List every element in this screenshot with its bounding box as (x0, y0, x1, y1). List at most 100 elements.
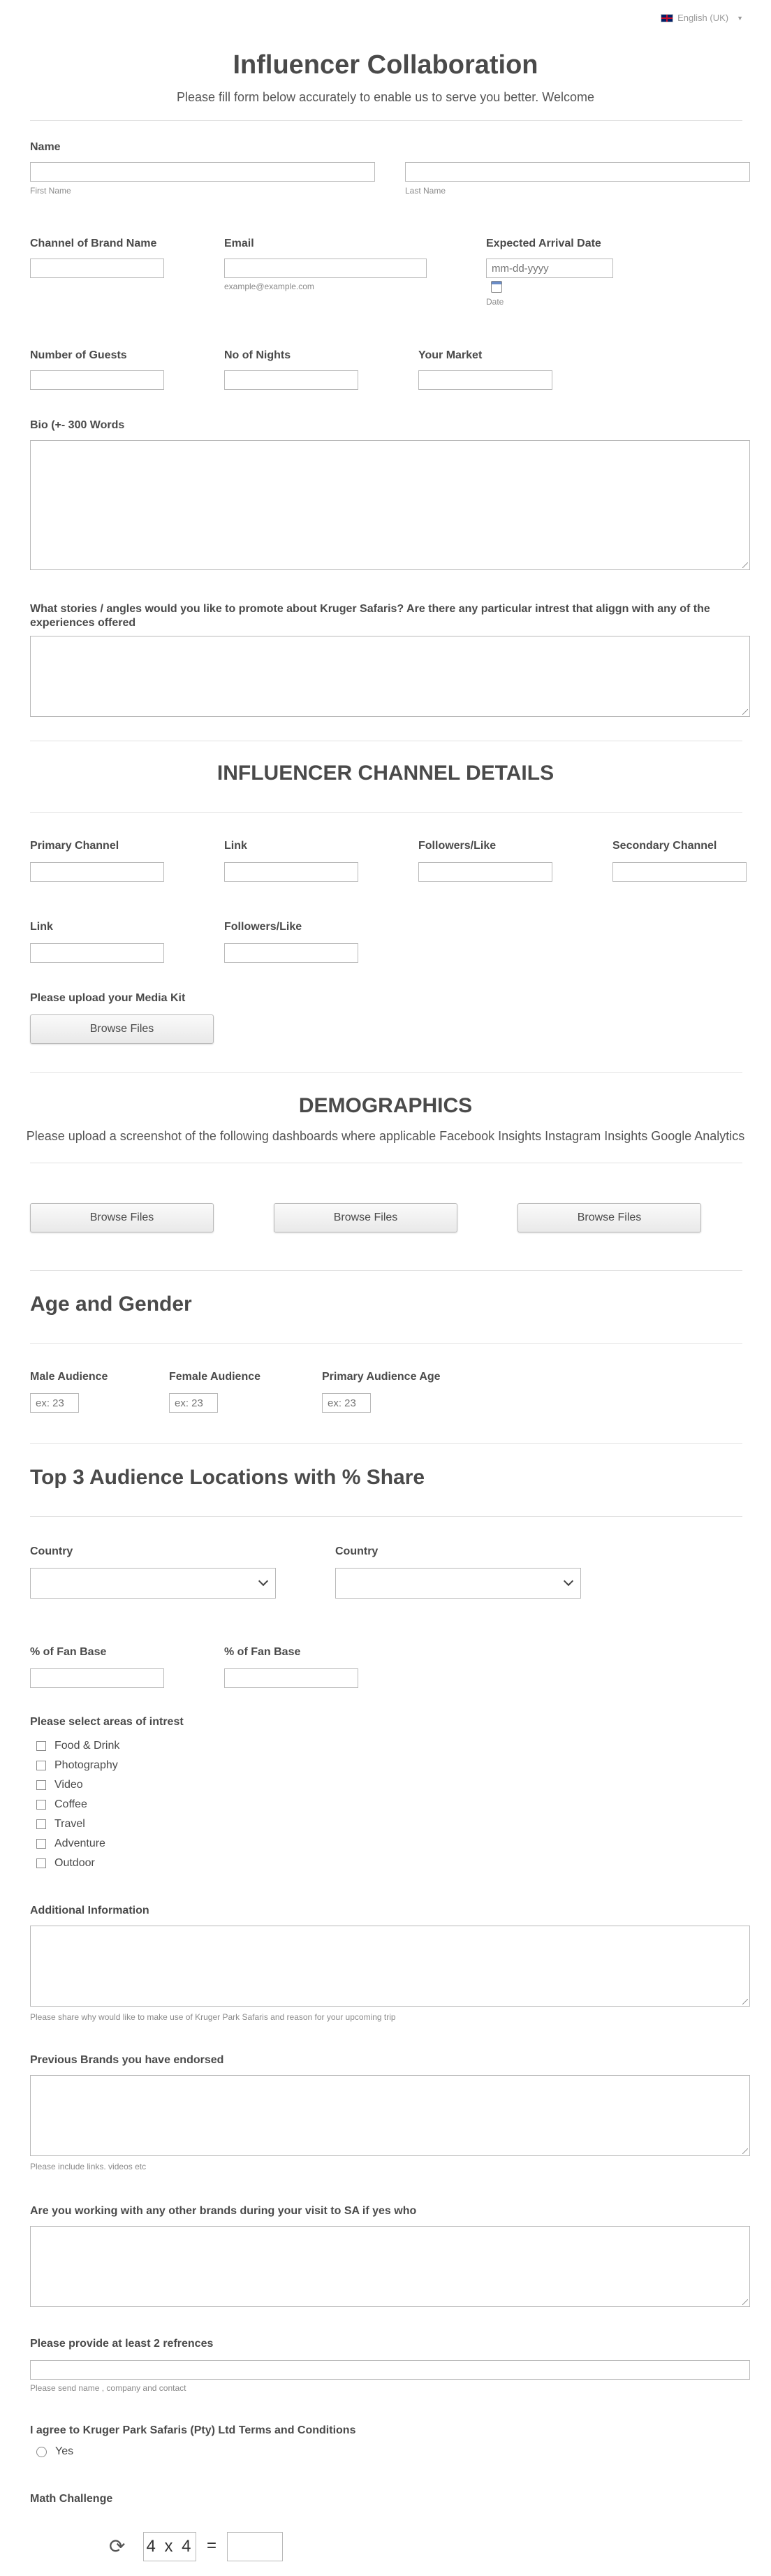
references-sublabel: Please send name , company and contact (30, 2383, 186, 2393)
country1-select[interactable] (30, 1568, 276, 1599)
stories-textarea[interactable] (30, 636, 750, 717)
followers-input[interactable] (418, 862, 552, 882)
arrival-date-input[interactable] (486, 259, 613, 278)
checkbox[interactable] (36, 1800, 46, 1810)
link2-input[interactable] (30, 943, 164, 963)
calendar-icon[interactable] (491, 281, 502, 293)
secondary-channel-input[interactable] (612, 862, 747, 882)
age-gender-title: Age and Gender (30, 1293, 192, 1316)
last-name-sublabel: Last Name (405, 186, 446, 196)
captcha-answer-input[interactable] (227, 2532, 283, 2561)
divider (30, 1072, 742, 1073)
checkbox[interactable] (36, 1839, 46, 1849)
bio-textarea[interactable] (30, 440, 750, 570)
followers2-input[interactable] (224, 943, 358, 963)
followers-label: Followers/Like (418, 840, 497, 852)
facebook-insights-browse-button[interactable]: Browse Files (30, 1203, 214, 1232)
fan-base1-label: % of Fan Base (30, 1646, 107, 1658)
additional-info-textarea[interactable] (30, 1926, 750, 2007)
first-name-sublabel: First Name (30, 186, 71, 196)
language-selector[interactable]: English (UK) ▼ (661, 13, 743, 23)
channel-section-title: INFLUENCER CHANNEL DETAILS (216, 762, 555, 785)
arrival-date-label: Expected Arrival Date (486, 238, 601, 249)
female-audience-input[interactable] (169, 1393, 218, 1413)
bio-label: Bio (+- 300 Words (30, 419, 125, 431)
captcha-question: 4 x 4 (143, 2532, 196, 2561)
interest-option[interactable]: Adventure (36, 1838, 105, 1850)
terms-option-label: Yes (55, 2445, 74, 2457)
terms-label: I agree to Kruger Park Safaris (Pty) Ltd… (30, 2424, 356, 2436)
channel-brand-label: Channel of Brand Name (30, 238, 157, 249)
country2-select[interactable] (335, 1568, 581, 1599)
chevron-down-icon (563, 1576, 574, 1587)
uk-flag-icon (661, 13, 674, 22)
previous-brands-textarea[interactable] (30, 2075, 750, 2156)
country1-label: Country (30, 1545, 73, 1557)
previous-brands-label: Previous Brands you have endorsed (30, 2054, 224, 2066)
followers2-label: Followers/Like (224, 921, 302, 933)
google-analytics-browse-button[interactable]: Browse Files (517, 1203, 701, 1232)
fan-base2-input[interactable] (224, 1668, 358, 1688)
divider (30, 1516, 742, 1517)
media-kit-browse-button[interactable]: Browse Files (30, 1014, 214, 1044)
channel-brand-input[interactable] (30, 259, 164, 278)
terms-option-yes[interactable]: Yes (36, 2445, 73, 2458)
market-input[interactable] (418, 370, 552, 390)
link-input[interactable] (224, 862, 358, 882)
interest-label: Photography (54, 1759, 118, 1771)
email-sublabel: example@example.com (224, 282, 314, 291)
first-name-input[interactable] (30, 162, 375, 182)
divider (30, 1443, 742, 1444)
checkbox[interactable] (36, 1761, 46, 1770)
math-challenge-label: Math Challenge (30, 2493, 113, 2505)
secondary-channel-label: Secondary Channel (612, 840, 717, 852)
interest-option[interactable]: Coffee (36, 1798, 87, 1811)
guests-input[interactable] (30, 370, 164, 390)
interest-label: Food & Drink (54, 1740, 120, 1752)
male-audience-label: Male Audience (30, 1371, 108, 1383)
primary-channel-input[interactable] (30, 862, 164, 882)
checkbox[interactable] (36, 1858, 46, 1868)
primary-channel-label: Primary Channel (30, 840, 119, 852)
checkbox[interactable] (36, 1819, 46, 1829)
interest-label: Adventure (54, 1838, 105, 1849)
refresh-icon[interactable]: ⟳ (109, 2535, 125, 2558)
instagram-insights-browse-button[interactable]: Browse Files (274, 1203, 457, 1232)
interest-label: Outdoor (54, 1857, 95, 1869)
checkbox[interactable] (36, 1780, 46, 1790)
interest-option[interactable]: Travel (36, 1818, 85, 1831)
email-input[interactable] (224, 259, 427, 278)
divider (30, 1270, 742, 1271)
market-label: Your Market (418, 349, 483, 361)
other-brands-textarea[interactable] (30, 2226, 750, 2307)
primary-age-input[interactable] (322, 1393, 371, 1413)
interest-label: Travel (54, 1818, 85, 1830)
previous-brands-sublabel: Please include links. videos etc (30, 2162, 147, 2171)
nights-label: No of Nights (224, 349, 291, 361)
interest-option[interactable]: Food & Drink (36, 1740, 119, 1752)
language-label: English (UK) (677, 13, 729, 23)
form-title: Influencer Collaboration (233, 50, 538, 80)
form-header: Influencer Collaboration Please fill for… (0, 50, 771, 105)
interest-option[interactable]: Outdoor (36, 1857, 95, 1870)
primary-age-label: Primary Audience Age (322, 1371, 441, 1383)
email-label: Email (224, 238, 254, 249)
divider (30, 120, 742, 121)
radio-button[interactable] (36, 2446, 47, 2457)
checkbox[interactable] (36, 1741, 46, 1751)
guests-label: Number of Guests (30, 349, 127, 361)
references-input[interactable] (30, 2360, 750, 2380)
additional-info-sublabel: Please share why would like to make use … (30, 2012, 396, 2022)
fan-base2-label: % of Fan Base (224, 1646, 301, 1658)
interest-option[interactable]: Video (36, 1779, 83, 1791)
interest-label: Coffee (54, 1798, 87, 1810)
interest-option[interactable]: Photography (36, 1759, 118, 1772)
link-label: Link (224, 840, 247, 852)
interest-label: Video (54, 1779, 83, 1791)
male-audience-input[interactable] (30, 1393, 79, 1413)
last-name-input[interactable] (405, 162, 750, 182)
divider (30, 812, 742, 813)
nights-input[interactable] (224, 370, 358, 390)
fan-base1-input[interactable] (30, 1668, 164, 1688)
demographics-title: DEMOGRAPHICS (298, 1094, 473, 1117)
